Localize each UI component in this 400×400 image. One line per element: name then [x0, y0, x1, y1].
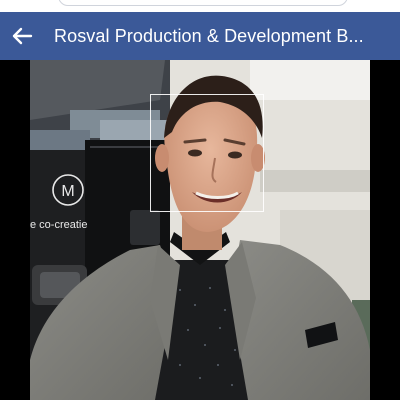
top-strip — [0, 0, 400, 12]
face-tag-box[interactable] — [150, 94, 264, 212]
booth-logo-letter: M — [61, 183, 74, 200]
app-bar: Rosval Production & Development B... — [0, 12, 400, 60]
back-button[interactable] — [2, 12, 42, 60]
search-bar-fragment — [58, 0, 348, 6]
page-title: Rosval Production & Development B... — [54, 25, 364, 46]
booth-sign-text: e co-creatie — [30, 219, 87, 231]
photo-viewer: M e co-creatie — [0, 60, 400, 400]
profile-photo[interactable]: M e co-creatie — [30, 60, 370, 400]
arrow-left-icon — [12, 27, 33, 45]
